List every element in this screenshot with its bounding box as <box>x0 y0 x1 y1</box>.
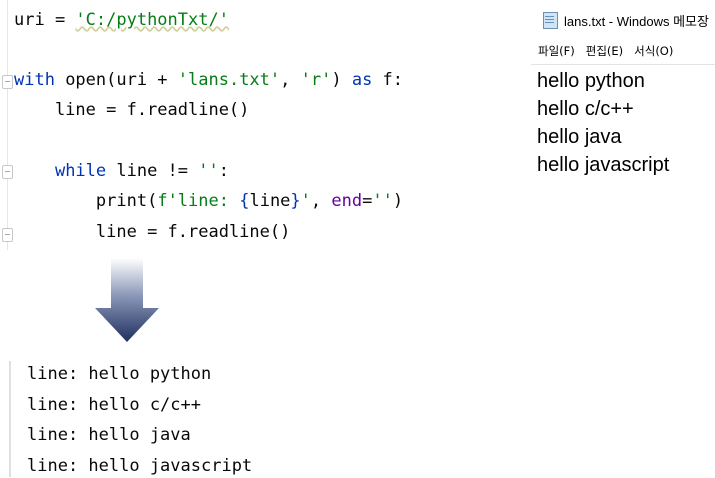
editor-gutter <box>7 0 8 250</box>
code-line-3[interactable]: with open(uri + 'lans.txt', 'r') as f: <box>14 69 403 91</box>
code-token: ) <box>331 70 352 90</box>
code-token-keyword: as <box>351 70 373 90</box>
output-line: line: hello javascript <box>27 456 253 476</box>
console-gutter <box>9 361 11 477</box>
code-token: line != <box>106 161 199 181</box>
code-token: ( <box>147 191 158 211</box>
code-token-string: 'C:/pythonTxt/' <box>75 10 229 30</box>
fold-marker-icon[interactable] <box>2 75 13 89</box>
menu-file[interactable]: 파일(F) <box>538 43 575 59</box>
code-line-6[interactable]: while line != '': <box>14 160 229 182</box>
fold-marker-icon[interactable] <box>2 165 13 179</box>
code-line-8[interactable]: line = f.readline() <box>14 221 290 243</box>
divider <box>531 64 715 65</box>
output-line: line: hello java <box>27 425 191 445</box>
code-token: line = f.readline() <box>14 100 250 120</box>
notepad-title: lans.txt - Windows 메모장 <box>564 13 709 29</box>
console-output: line: hello python line: hello c/c++ lin… <box>0 355 520 478</box>
output-line: line: hello python <box>27 364 212 384</box>
code-token: : <box>218 161 229 181</box>
fold-marker-icon[interactable] <box>2 228 13 242</box>
code-token-string: ' <box>300 191 311 211</box>
code-token: open(uri + <box>54 70 178 90</box>
code-token: f: <box>372 70 404 90</box>
code-token: line = f.readline() <box>95 222 291 242</box>
code-token-string: '' <box>198 161 219 181</box>
output-line: line: hello c/c++ <box>27 395 201 415</box>
code-token-brace: { <box>239 191 250 211</box>
code-token-string: 'lans.txt' <box>177 70 281 90</box>
notepad-titlebar[interactable]: lans.txt - Windows 메모장 <box>531 8 715 32</box>
code-token: uri = <box>14 10 76 30</box>
notepad-text-area[interactable]: hello python hello c/c++ hello java hell… <box>537 67 669 179</box>
notepad-menubar: 파일(F) 편집(E) 서식(O) <box>531 40 715 62</box>
code-token-brace: } <box>290 191 301 211</box>
code-token-string: 'r' <box>300 70 332 90</box>
code-token: ) <box>392 191 404 211</box>
text-line: hello java <box>537 126 622 148</box>
code-token-string: '' <box>372 191 393 211</box>
text-line: hello python <box>537 70 645 92</box>
menu-format[interactable]: 서식(O) <box>634 43 673 59</box>
code-token: , <box>310 191 332 211</box>
code-token-keyword: while <box>54 161 107 181</box>
code-token-param: end <box>331 191 363 211</box>
menu-edit[interactable]: 편집(E) <box>586 43 623 59</box>
notepad-icon <box>541 12 559 29</box>
notepad-window: lans.txt - Windows 메모장 파일(F) 편집(E) 서식(O)… <box>531 0 715 190</box>
text-line: hello javascript <box>537 154 670 176</box>
text-line: hello c/c++ <box>537 98 634 120</box>
code-line-1[interactable]: uri = 'C:/pythonTxt/' <box>14 9 229 31</box>
code-token: = <box>362 191 373 211</box>
code-token: , <box>280 70 301 90</box>
code-editor[interactable]: uri = 'C:/pythonTxt/' with open(uri + 'l… <box>0 0 520 250</box>
code-token: line <box>249 191 291 211</box>
code-token-keyword: with <box>14 70 55 90</box>
down-arrow-icon <box>95 258 159 342</box>
code-token-function: print <box>95 191 148 211</box>
code-token-string: f'line: <box>157 191 240 211</box>
code-line-7[interactable]: print(f'line: {line}', end='') <box>14 190 403 212</box>
code-line-4[interactable]: line = f.readline() <box>14 99 249 121</box>
